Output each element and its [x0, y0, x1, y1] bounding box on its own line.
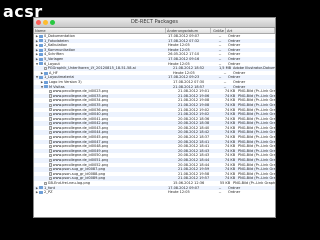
document-icon [49, 149, 52, 153]
folder-icon [39, 76, 43, 80]
folder-icon [39, 57, 43, 61]
folder-icon [39, 34, 43, 38]
document-icon [49, 98, 52, 103]
finder-window: DE-RECT Packages Name Änderungsdatum Grö… [33, 17, 276, 218]
file-size: -- [218, 190, 222, 195]
folder-icon [39, 43, 43, 47]
document-icon [49, 167, 52, 172]
folder-icon [44, 80, 48, 84]
column-header-date[interactable]: Änderungsdatum [166, 28, 211, 33]
document-icon [49, 177, 52, 181]
document-icon [44, 181, 47, 185]
modified-date: Heute 12:05 [168, 190, 190, 195]
file-row[interactable]: ▶ 2_PZ Heute 12:05 -- Ordner [34, 190, 275, 195]
folder-icon [44, 85, 48, 89]
folder-icon [39, 186, 43, 190]
window-titlebar: DE-RECT Packages [34, 18, 275, 28]
document-icon [49, 112, 52, 117]
document-icon [49, 131, 52, 135]
window-title: DE-RECT Packages [131, 19, 178, 25]
file-kind: Ordner [228, 190, 241, 195]
document-icon [44, 66, 47, 71]
document-icon [49, 117, 52, 121]
document-icon [49, 135, 52, 140]
column-header-kind[interactable]: Art [226, 28, 275, 33]
folder-icon [39, 48, 43, 52]
document-icon [49, 108, 52, 112]
document-icon [49, 154, 52, 158]
column-header-name[interactable]: Name [34, 28, 166, 33]
document-icon [49, 94, 52, 98]
document-icon [49, 121, 52, 126]
folder-icon [44, 71, 48, 75]
column-header-size[interactable]: Größe [211, 28, 226, 33]
document-icon [49, 163, 52, 167]
document-icon [49, 103, 52, 107]
folder-icon [39, 53, 43, 57]
file-list: ▶ 0_Dokumentation 17.08.2012 09:07 -- Ordner… [34, 34, 275, 195]
folder-icon [39, 62, 43, 66]
document-icon [49, 140, 52, 144]
document-icon [49, 144, 52, 149]
folder-icon [39, 39, 43, 43]
document-icon [49, 172, 52, 176]
folder-icon [39, 190, 43, 194]
document-icon [49, 158, 52, 163]
file-name: 2_PZ [44, 190, 53, 195]
document-icon [49, 89, 52, 94]
document-icon [49, 126, 52, 130]
file-name-cell: ▶ 2_PZ [34, 190, 167, 195]
